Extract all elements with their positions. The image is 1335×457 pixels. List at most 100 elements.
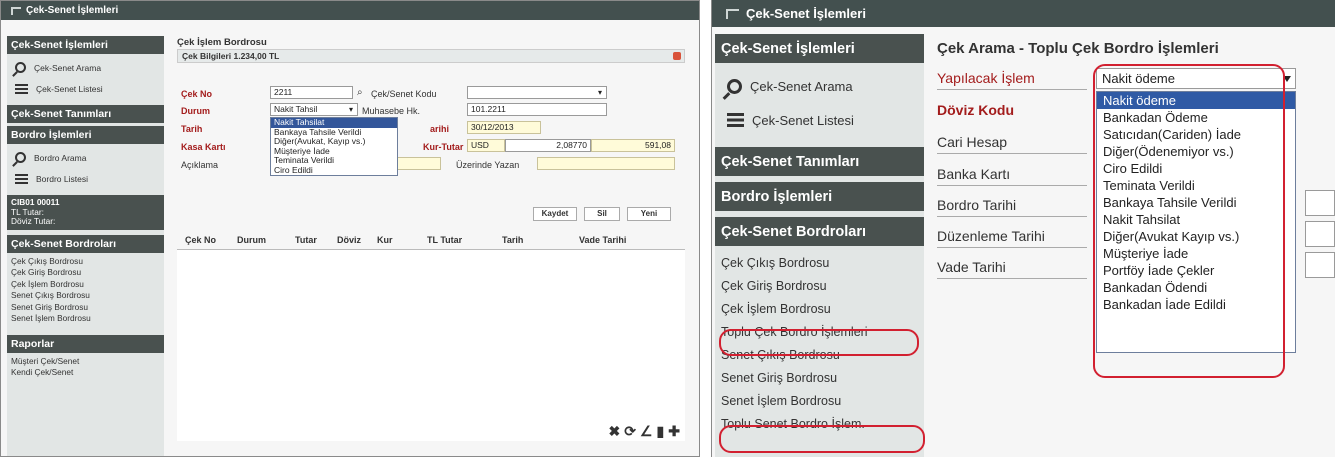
sidebar-item-label: Çek-Senet Arama [750, 78, 853, 94]
tutar-field[interactable]: 591,08 [591, 139, 675, 152]
list-icon [727, 113, 744, 127]
muhasebe-label: Muhasebe Hk. [362, 106, 421, 116]
chevron-down-icon: ▾ [597, 88, 602, 97]
doviz-tutar-label: Döviz Tutar: [11, 216, 56, 226]
vade-tarihi-field[interactable]: 30/12/2013 [467, 121, 541, 134]
sidebar-item-label: Çek-Senet Listesi [36, 83, 103, 94]
sidebar-header-bordro-islemleri[interactable]: Bordro İşlemleri [7, 126, 164, 144]
column-header[interactable]: Tarih [502, 235, 523, 245]
highlight-toplu-senet [719, 425, 925, 453]
bordro-tarihi-field[interactable] [1305, 190, 1335, 216]
cek-bilgileri-label: Çek Bilgileri 1.234,00 TL [182, 51, 280, 61]
sidebar-header-tanimlar[interactable]: Çek-Senet Tanımları [715, 147, 924, 176]
duzenleme-tarihi-label: Düzenleme Tarihi [937, 228, 1045, 244]
highlight-dropdown [1093, 64, 1285, 378]
sidebar-item-bordro-listesi[interactable]: Bordro Listesi [7, 168, 164, 189]
search-icon [15, 62, 26, 73]
sidebar: Çek-Senet İşlemleri Çek-Senet Arama Çek-… [715, 34, 924, 457]
uzerinde-yazan-field[interactable] [537, 157, 675, 170]
durum-label: Durum [181, 106, 210, 116]
sidebar-header-islemler: Çek-Senet İşlemleri [715, 34, 924, 63]
sidebar-link[interactable]: Senet Giriş Bordrosu [715, 367, 924, 390]
sidebar-item-bordro-arama[interactable]: Bordro Arama [7, 147, 164, 168]
muhasebe-field[interactable]: 101.2211 [467, 103, 607, 116]
durum-dropdown: Nakit Tahsilat Bankaya Tahsile Verildi D… [270, 117, 398, 176]
list-icon [15, 173, 28, 184]
grid-toolbar-icons[interactable]: ✖⟳∠▮✚ [609, 423, 684, 440]
duzenleme-tarihi-field[interactable] [1305, 221, 1335, 247]
vade-tarihi-label: arihi [430, 124, 450, 134]
sidebar-header-islemler: Çek-Senet İşlemleri [7, 36, 164, 54]
search-icon [15, 152, 26, 163]
field-underline [937, 153, 1087, 154]
column-header[interactable]: Kur [377, 235, 393, 245]
sidebar-link[interactable]: Senet İşlem Bordrosu [7, 313, 164, 325]
banka-karti-label: Banka Kartı [937, 166, 1011, 182]
field-underline [937, 185, 1087, 186]
kaydet-button[interactable]: Kaydet [533, 207, 577, 221]
window-titlebar: Çek-Senet İşlemleri [1, 1, 699, 20]
cek-no-field[interactable]: 2211 [270, 86, 353, 99]
close-icon[interactable] [673, 52, 681, 60]
sidebar-header-bordrolar: Çek-Senet Bordroları [715, 217, 924, 246]
sidebar-item-cek-senet-listesi[interactable]: Çek-Senet Listesi [7, 78, 164, 99]
sidebar-link[interactable]: Çek İşlem Bordrosu [715, 298, 924, 321]
column-header[interactable]: Durum [237, 235, 266, 245]
window-title: Çek-Senet İşlemleri [26, 5, 119, 16]
sidebar-header-tanimlar[interactable]: Çek-Senet Tanımları [7, 105, 164, 123]
sidebar-bordro-links: Çek Çıkış Bordrosu Çek Giriş Bordrosu Çe… [7, 256, 164, 325]
cek-bilgileri-bar: Çek Bilgileri 1.234,00 TL [177, 49, 685, 63]
sidebar-link[interactable]: Çek Giriş Bordrosu [7, 267, 164, 279]
window-title: Çek-Senet İşlemleri [746, 6, 866, 21]
window-icon [11, 6, 21, 15]
sidebar-header-bordrolar: Çek-Senet Bordroları [7, 234, 164, 253]
sidebar-link[interactable]: Çek Çıkış Bordrosu [715, 252, 924, 275]
cek-senet-kodu-label: Çek/Senet Kodu [371, 89, 437, 99]
sidebar-item-cek-senet-arama[interactable]: Çek-Senet Arama [715, 69, 924, 103]
sidebar-link[interactable]: Müşteri Çek/Senet [7, 356, 164, 368]
kur-tutar-label: Kur-Tutar [423, 142, 464, 152]
sidebar-link[interactable]: Çek Giriş Bordrosu [715, 275, 924, 298]
sidebar-link[interactable]: Senet İşlem Bordrosu [715, 390, 924, 413]
left-window: Çek-Senet İşlemleri Çek-Senet İşlemleri … [0, 0, 700, 457]
yapilacak-islem-label: Yapılacak İşlem [937, 70, 1035, 86]
column-header[interactable]: Vade Tarihi [579, 235, 626, 245]
doviz-kodu-label: Döviz Kodu [937, 102, 1014, 118]
sidebar-item-cek-senet-listesi[interactable]: Çek-Senet Listesi [715, 103, 924, 137]
window-titlebar: Çek-Senet İşlemleri [712, 0, 1335, 27]
vade-tarihi-field[interactable] [1305, 252, 1335, 278]
sil-button[interactable]: Sil [584, 207, 620, 221]
cari-hesap-label: Cari Hesap [937, 134, 1008, 150]
column-header[interactable]: Tutar [295, 235, 317, 245]
dropdown-option[interactable]: Ciro Edildi [271, 165, 397, 176]
uzerinde-yazan-label: Üzerinde Yazan [456, 160, 520, 170]
window-icon [726, 8, 739, 19]
page-title: Çek İşlem Bordrosu [177, 37, 267, 48]
chevron-down-icon: ▾ [348, 105, 353, 114]
vade-tarihi-label: Vade Tarihi [937, 259, 1006, 275]
cek-senet-kodu-select[interactable]: ▾ [467, 86, 607, 99]
durum-select[interactable]: Nakit Tahsil ▾ [270, 103, 358, 116]
aciklama-field[interactable] [396, 157, 441, 170]
kur-field[interactable]: 2,08770 [505, 139, 591, 152]
sidebar-item-label: Bordro Listesi [36, 173, 88, 184]
list-icon [15, 83, 28, 94]
aciklama-label: Açıklama [181, 160, 219, 170]
search-icon [727, 78, 742, 94]
search-icon[interactable]: ⌕ [357, 87, 363, 98]
bordro-form-area: Çek İşlem Bordrosu Çek Bilgileri 1.234,0… [171, 36, 696, 456]
column-header[interactable]: TL Tutar [427, 235, 462, 245]
sidebar-item-cek-senet-arama[interactable]: Çek-Senet Arama [7, 57, 164, 78]
bordro-info-box: CIB01 00011 TL Tutar: Döviz Tutar: [7, 195, 164, 230]
sidebar-link[interactable]: Senet Çıkış Bordrosu [7, 290, 164, 302]
sidebar-link[interactable]: Kendi Çek/Senet [7, 367, 164, 379]
sidebar-link[interactable]: Çek Çıkış Bordrosu [7, 256, 164, 268]
currency-field[interactable]: USD [467, 139, 505, 152]
yeni-button[interactable]: Yeni [627, 207, 671, 221]
sidebar-header-bordro-islemleri[interactable]: Bordro İşlemleri [715, 182, 924, 211]
field-underline [937, 278, 1087, 279]
sidebar-link[interactable]: Senet Giriş Bordrosu [7, 302, 164, 314]
column-header[interactable]: Döviz [337, 235, 361, 245]
column-header[interactable]: Çek No [185, 235, 216, 245]
sidebar-link[interactable]: Çek İşlem Bordrosu [7, 279, 164, 291]
